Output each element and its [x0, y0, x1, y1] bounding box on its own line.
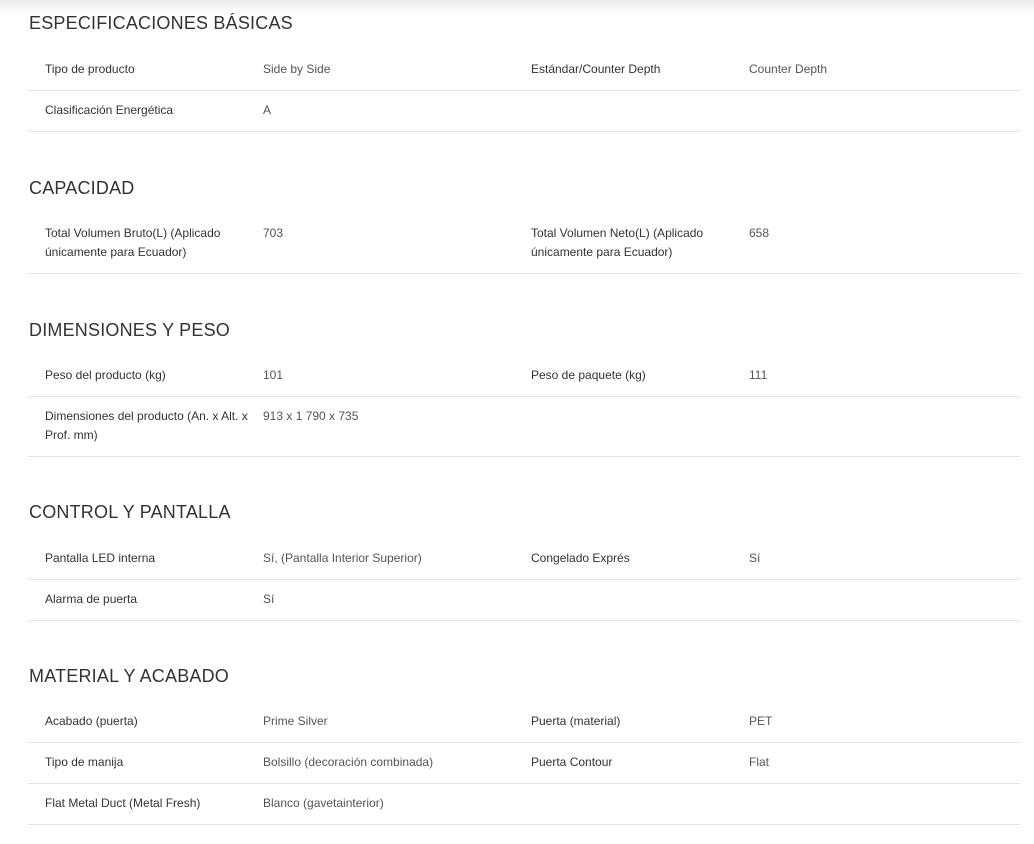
spec-row: Total Volumen Bruto(L) (Aplicado únicame…: [28, 214, 1020, 274]
spec-label: Clasificación Energética: [45, 103, 174, 117]
section-title: MATERIAL Y ACABADO: [29, 666, 230, 686]
spec-value: Blanco (gavetainterior): [263, 796, 384, 810]
spec-label: Puerta Contour: [531, 755, 613, 769]
section-title: ESPECIFICACIONES BÁSICAS: [29, 13, 293, 33]
spec-label: Tipo de producto: [45, 62, 135, 76]
spec-label: Congelado Exprés: [531, 551, 630, 565]
spec-value: 658: [749, 226, 770, 240]
spec-label: Pantalla LED interna: [45, 551, 156, 565]
spec-label: Peso de paquete (kg): [531, 368, 646, 382]
spec-table: Total Volumen Bruto(L) (Aplicado únicame…: [28, 214, 1020, 274]
spec-value: Side by Side: [263, 62, 331, 76]
spec-table: Pantalla LED interna Sí, (Pantalla Inter…: [28, 539, 1020, 621]
spec-label: Total Volumen Neto(L) (Aplicado únicamen…: [531, 226, 704, 259]
spec-table: Acabado (puerta) Prime Silver Puerta (ma…: [28, 702, 1020, 825]
spec-label: Alarma de puerta: [45, 592, 138, 606]
spec-value: Sí, (Pantalla Interior Superior): [263, 551, 422, 565]
spec-label: Flat Metal Duct (Metal Fresh): [45, 796, 201, 810]
spec-label: Dimensiones del producto (An. x Alt. x P…: [45, 409, 248, 442]
spec-row: Flat Metal Duct (Metal Fresh) Blanco (ga…: [28, 784, 1020, 825]
spec-value: Counter Depth: [749, 62, 828, 76]
spec-value: A: [263, 103, 272, 117]
section-title: DIMENSIONES Y PESO: [29, 320, 230, 340]
spec-value: Prime Silver: [263, 714, 328, 728]
section-title: CONTROL Y PANTALLA: [29, 502, 231, 522]
spec-row: Clasificación Energética A: [28, 91, 1020, 132]
spec-value: Flat: [749, 755, 770, 769]
spec-value: 101: [263, 368, 284, 382]
spec-label: Peso del producto (kg): [45, 368, 166, 382]
spec-label: Estándar/Counter Depth: [531, 62, 661, 76]
spec-table: Tipo de producto Side by Side Estándar/C…: [28, 50, 1020, 132]
spec-row: Alarma de puerta Sí: [28, 580, 1020, 621]
spec-row: Tipo de producto Side by Side Estándar/C…: [28, 50, 1020, 91]
spec-row: Peso del producto (kg) 101 Peso de paque…: [28, 356, 1020, 397]
spec-row: Pantalla LED interna Sí, (Pantalla Inter…: [28, 539, 1020, 580]
spec-row: Acabado (puerta) Prime Silver Puerta (ma…: [28, 702, 1020, 743]
spec-label: Acabado (puerta): [45, 714, 138, 728]
spec-label: Puerta (material): [531, 714, 621, 728]
spec-table: Peso del producto (kg) 101 Peso de paque…: [28, 356, 1020, 457]
spec-value: Bolsillo (decoración combinada): [263, 755, 434, 769]
spec-value: 703: [263, 226, 284, 240]
spec-value: 111: [749, 368, 768, 382]
spec-value: PET: [749, 714, 773, 728]
spec-row: Tipo de manija Bolsillo (decoración comb…: [28, 743, 1020, 784]
spec-label: Total Volumen Bruto(L) (Aplicado únicame…: [45, 226, 221, 259]
spec-value: 913 x 1 790 x 735: [263, 409, 359, 423]
section-title: CAPACIDAD: [29, 178, 135, 198]
spec-row: Dimensiones del producto (An. x Alt. x P…: [28, 397, 1020, 457]
top-shadow: [0, 0, 1034, 14]
spec-value: Sí: [749, 551, 761, 565]
spec-label: Tipo de manija: [45, 755, 124, 769]
spec-value: Sí: [263, 592, 275, 606]
